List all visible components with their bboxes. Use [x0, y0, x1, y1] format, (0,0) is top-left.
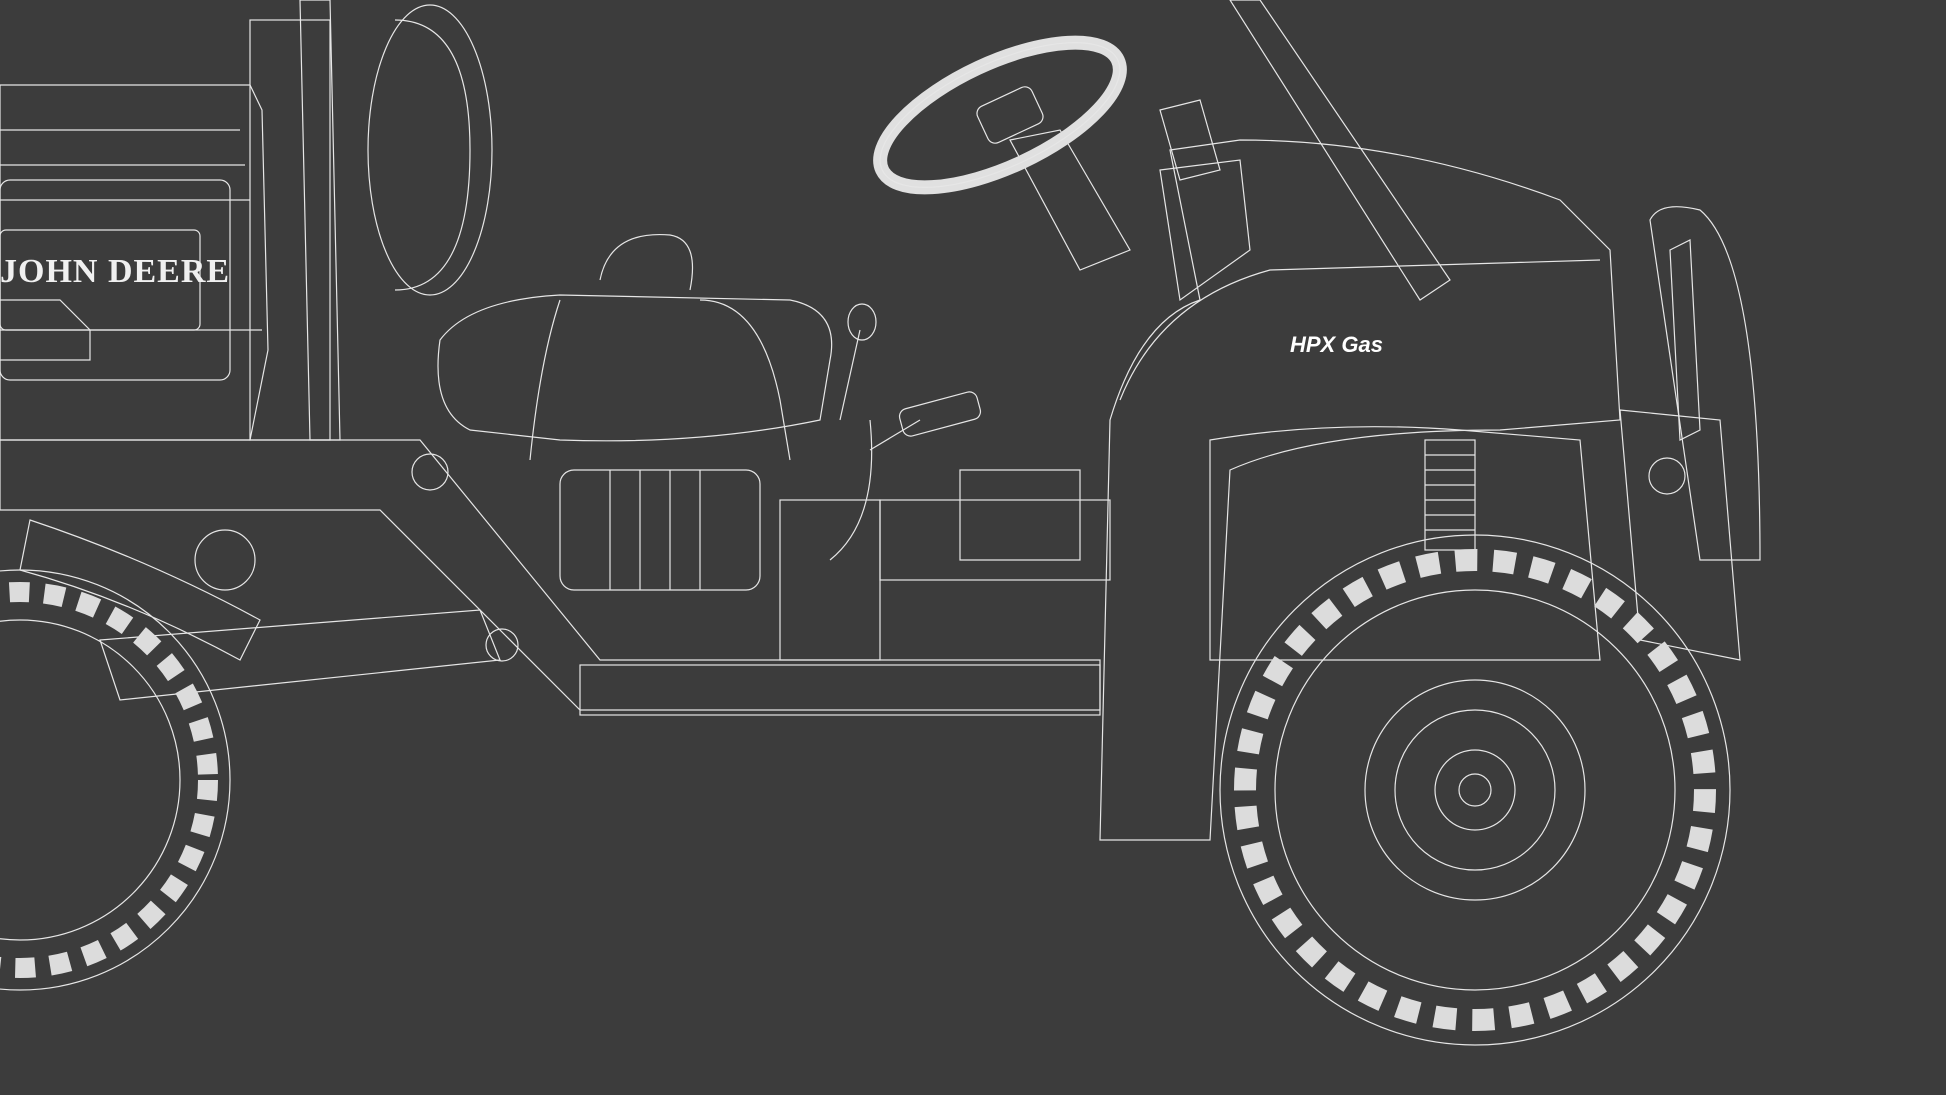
cargo-bed — [0, 0, 341, 441]
gear-levers — [839, 303, 982, 451]
steering-assembly — [873, 35, 1131, 271]
front-hood-fender — [1099, 99, 1621, 841]
brand-decal: JOHN DEERE — [0, 253, 230, 290]
roll-bar — [1229, 0, 1451, 301]
engine-assembly — [559, 419, 1111, 661]
front-wheel — [1219, 534, 1731, 1046]
driver-seat — [437, 233, 833, 461]
wireframe-utility-vehicle: JOHN DEERE HPX Gas — [0, 0, 1761, 1046]
front-suspension-spring — [1424, 439, 1476, 551]
front-brush-guard — [1619, 206, 1761, 661]
seat-back-cushion — [367, 4, 493, 296]
model-badge: HPX Gas — [1290, 332, 1383, 357]
render-viewport: JOHN DEERE HPX Gas — [0, 0, 1946, 1095]
